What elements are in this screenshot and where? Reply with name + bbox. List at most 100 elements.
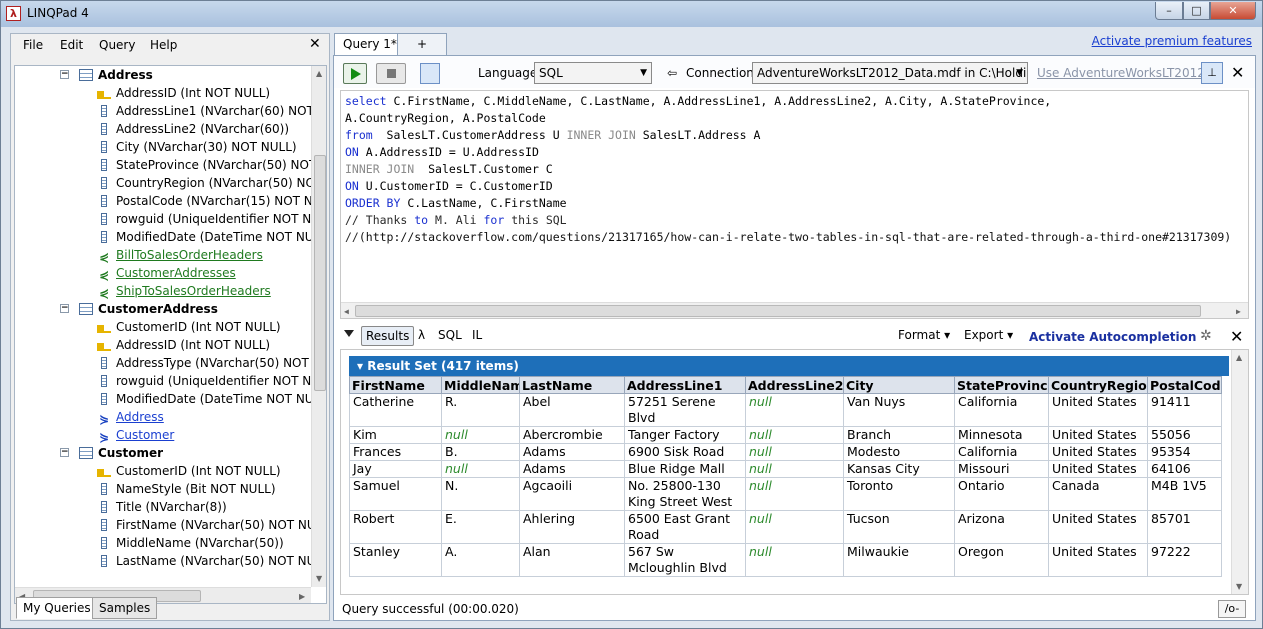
tree-column-node[interactable]: City (NVarchar(30) NOT NULL) [97, 138, 297, 156]
collapse-node-icon[interactable]: − [60, 304, 69, 313]
use-database-link[interactable]: Use AdventureWorksLT2012... [1037, 66, 1216, 80]
table-cell: Adams [519, 443, 625, 461]
column-header[interactable]: CountryRegion [1048, 376, 1148, 394]
editor-scroll-thumb[interactable] [355, 305, 1201, 317]
tree-vertical-scroll-thumb[interactable] [314, 155, 326, 391]
result-set-header[interactable]: ▾ Result Set (417 items) [349, 356, 1229, 376]
column-header[interactable]: AddressLine2 [745, 376, 844, 394]
tree-column-node[interactable]: LastName (NVarchar(50) NOT NULL) [97, 552, 326, 570]
code-token: SalesLT.CustomerAddress U [386, 128, 567, 142]
tab-results[interactable]: Results [361, 326, 415, 346]
tree-column-node[interactable]: FirstName (NVarchar(50) NOT NULL) [97, 516, 326, 534]
tree-vertical-scrollbar[interactable]: ▲ ▼ [311, 66, 326, 587]
scroll-down-icon[interactable]: ▼ [1236, 582, 1242, 591]
tree-column-node[interactable]: rowguid (UniqueIdentifier NOT NULL [97, 372, 326, 390]
column-header[interactable]: City [843, 376, 955, 394]
scroll-up-icon[interactable]: ▲ [316, 69, 322, 78]
close-pane-icon[interactable]: ✕ [309, 36, 321, 52]
menu-file[interactable]: File [23, 38, 43, 52]
column-header[interactable]: MiddleName [441, 376, 520, 394]
close-query-icon[interactable]: ✕ [1231, 63, 1244, 82]
tree-column-node[interactable]: AddressLine1 (NVarchar(60) NOT NU [97, 102, 327, 120]
activate-autocompletion-link[interactable]: Activate Autocompletion [1029, 330, 1196, 344]
language-select[interactable]: SQL ▼ [534, 62, 652, 84]
results-vertical-scrollbar[interactable]: ▲ ▼ [1231, 350, 1248, 594]
tree-table-node[interactable]: − Address [60, 66, 153, 84]
tree-column-node[interactable]: rowguid (UniqueIdentifier NOT NULL [97, 210, 326, 228]
menu-help[interactable]: Help [150, 38, 177, 52]
code-token: this SQL [511, 213, 567, 227]
tree-column-node[interactable]: PostalCode (NVarchar(15) NOT NULL [97, 192, 326, 210]
tree-column-node[interactable]: AddressID (Int NOT NULL) [97, 336, 270, 354]
tree-relation-node[interactable]: ⋟ Customer [97, 426, 174, 444]
status-toggle-button[interactable]: /o- [1218, 600, 1246, 618]
collapse-node-icon[interactable]: − [60, 70, 69, 79]
tab-lambda[interactable]: λ [414, 326, 429, 346]
tree-relation-node[interactable]: ⋟ Address [97, 408, 164, 426]
close-results-icon[interactable]: ✕ [1230, 327, 1243, 346]
table-row[interactable]: Stanley A. Alan 567 Sw Mcloughlin Blvd null M… [349, 543, 1222, 577]
results-to-grid-button[interactable] [444, 63, 464, 84]
scroll-up-icon[interactable]: ▲ [1236, 353, 1242, 362]
close-window-button[interactable]: ✕ [1210, 2, 1256, 20]
table-icon [79, 447, 93, 459]
results-to-rich-text-button[interactable] [420, 63, 440, 84]
table-cell: R. [441, 393, 520, 427]
column-icon [101, 393, 107, 405]
collapse-results-icon[interactable] [344, 330, 354, 337]
menu-query[interactable]: Query [99, 38, 135, 52]
tab-query-1[interactable]: Query 1* [334, 33, 406, 56]
export-menu[interactable]: Export ▾ [960, 326, 1017, 346]
sql-editor[interactable]: select C.FirstName, C.MiddleName, C.Last… [340, 90, 1249, 319]
pin-icon[interactable]: ⊥ [1201, 62, 1223, 84]
table-row[interactable]: Samuel N. Agcaoili No. 25800-130 King Stree… [349, 477, 1222, 511]
tree-column-node[interactable]: NameStyle (Bit NOT NULL) [97, 480, 276, 498]
tree-column-node[interactable]: CustomerID (Int NOT NULL) [97, 462, 281, 480]
tree-column-node[interactable]: AddressType (NVarchar(50) NOT NU [97, 354, 326, 372]
connection-select[interactable]: AdventureWorksLT2012_Data.mdf in C:\Hold… [752, 62, 1028, 84]
tree-column-node[interactable]: Title (NVarchar(8)) [97, 498, 227, 516]
column-header[interactable]: StateProvince [954, 376, 1049, 394]
tree-column-node[interactable]: CustomerID (Int NOT NULL) [97, 318, 281, 336]
tree-table-node[interactable]: − CustomerAddress [60, 300, 218, 318]
tree-relation-node[interactable]: ⋞ ShipToSalesOrderHeaders [97, 282, 271, 300]
scroll-down-icon[interactable]: ▼ [316, 574, 322, 583]
tree-column-node[interactable]: ModifiedDate (DateTime NOT NULL) [97, 228, 326, 246]
tree-node-label: AddressLine1 (NVarchar(60) NOT NU [116, 104, 327, 118]
table-row[interactable]: Kim null Abercrombie Tanger Factory null Bran… [349, 426, 1222, 444]
tree-column-node[interactable]: AddressLine2 (NVarchar(60)) [97, 120, 289, 138]
tree-column-node[interactable]: ModifiedDate (DateTime NOT NULL) [97, 390, 326, 408]
format-menu[interactable]: Format ▾ [894, 326, 954, 346]
tab-sql[interactable]: SQL [434, 326, 466, 346]
table-row[interactable]: Robert E. Ahlering 6500 East Grant Road null… [349, 510, 1222, 544]
scroll-right-icon[interactable]: ▶ [1236, 307, 1241, 316]
maximize-button[interactable]: □ [1183, 2, 1210, 20]
column-header[interactable]: FirstName [349, 376, 442, 394]
activate-premium-link[interactable]: Activate premium features [1092, 34, 1252, 48]
table-row[interactable]: Frances B. Adams 6900 Sisk Road null Modesto C… [349, 443, 1222, 461]
table-row[interactable]: Jay null Adams Blue Ridge Mall null Kansas Ci… [349, 460, 1222, 478]
run-query-button[interactable] [343, 63, 367, 84]
minimize-button[interactable]: – [1155, 2, 1183, 20]
tab-il[interactable]: IL [468, 326, 486, 346]
tree-table-node[interactable]: − Customer [60, 444, 163, 462]
table-row[interactable]: Catherine R. Abel 57251 Serene Blvd null Van … [349, 393, 1222, 427]
tab-samples[interactable]: Samples [92, 597, 158, 619]
stop-query-button[interactable] [376, 63, 406, 84]
table-cell: null [745, 543, 844, 577]
menu-edit[interactable]: Edit [60, 38, 83, 52]
column-header[interactable]: AddressLine1 [624, 376, 746, 394]
tree-relation-node[interactable]: ⋞ BillToSalesOrderHeaders [97, 246, 263, 264]
tree-column-node[interactable]: StateProvince (NVarchar(50) NOT N [97, 156, 326, 174]
column-header[interactable]: PostalCode [1147, 376, 1222, 394]
tree-column-node[interactable]: CountryRegion (NVarchar(50) NOT N [97, 174, 326, 192]
tree-column-node[interactable]: MiddleName (NVarchar(50)) [97, 534, 284, 552]
new-query-tab[interactable]: + [397, 33, 447, 56]
tree-relation-node[interactable]: ⋞ CustomerAddresses [97, 264, 236, 282]
editor-horizontal-scrollbar[interactable]: ◀ ▶ [341, 302, 1248, 318]
collapse-node-icon[interactable]: − [60, 448, 69, 457]
tab-my-queries[interactable]: My Queries [16, 597, 98, 619]
tree-column-node[interactable]: AddressID (Int NOT NULL) [97, 84, 270, 102]
column-header[interactable]: LastName [519, 376, 625, 394]
scroll-left-icon[interactable]: ◀ [344, 307, 349, 316]
